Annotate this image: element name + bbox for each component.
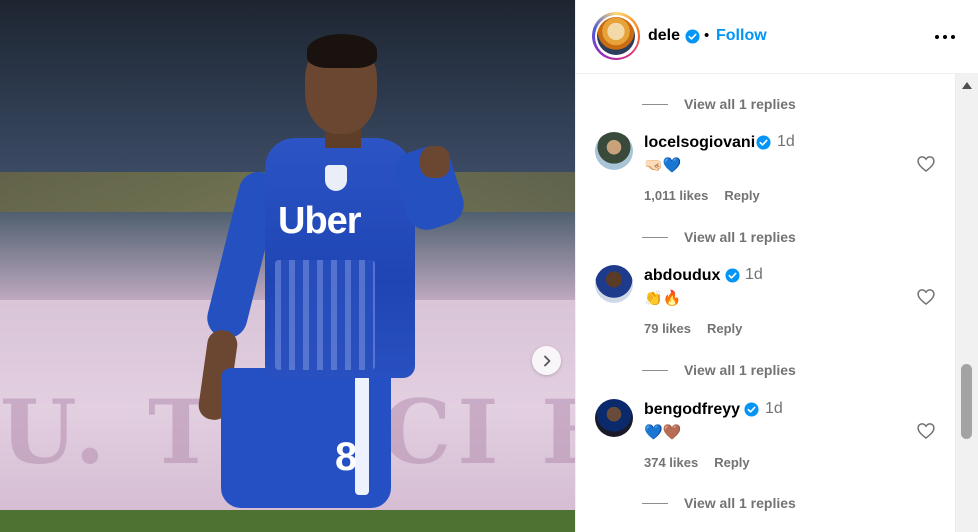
- commenter-avatar[interactable]: [595, 399, 633, 437]
- view-replies-label: View all 1 replies: [684, 362, 796, 378]
- like-heart-icon[interactable]: [916, 287, 936, 307]
- view-replies-button[interactable]: View all 1 replies: [642, 493, 796, 513]
- comments-list: View all 1 replies locelsogiovani 1d 🤜🏻💙…: [576, 75, 978, 532]
- view-replies-label: View all 1 replies: [684, 96, 796, 112]
- comment-meta: 374 likes Reply: [644, 455, 750, 470]
- view-replies-label: View all 1 replies: [684, 229, 796, 245]
- club-badge-icon: [325, 165, 347, 191]
- comment-item: bengodfreyy 1d 💙🤎 374 likes Reply: [576, 399, 976, 489]
- player-figure: 8 Uber: [185, 30, 475, 532]
- comment-timestamp: 1d: [765, 400, 783, 417]
- commenter-avatar[interactable]: [595, 132, 633, 170]
- reply-button[interactable]: Reply: [707, 321, 742, 336]
- author-avatar[interactable]: [592, 12, 640, 60]
- like-heart-icon[interactable]: [916, 421, 936, 441]
- view-replies-label: View all 1 replies: [684, 495, 796, 511]
- scroll-up-arrow-icon[interactable]: [956, 78, 978, 92]
- jersey-pattern: [275, 260, 375, 370]
- next-media-button[interactable]: [532, 346, 561, 375]
- view-replies-button[interactable]: View all 1 replies: [642, 227, 796, 247]
- reply-button[interactable]: Reply: [714, 455, 749, 470]
- view-replies-button[interactable]: View all 1 replies: [642, 94, 796, 114]
- comment-meta: 79 likes Reply: [644, 321, 742, 336]
- comment-likes[interactable]: 1,011 likes: [644, 188, 708, 203]
- comment-timestamp: 1d: [777, 133, 795, 150]
- shorts-number: 8: [335, 435, 358, 479]
- post-media: U. TURCI BENE 8 Uber: [0, 0, 575, 532]
- view-replies-button[interactable]: View all 1 replies: [642, 360, 796, 380]
- comment-meta: 1,011 likes Reply: [644, 188, 760, 203]
- more-options-icon[interactable]: [932, 26, 958, 48]
- comment-timestamp: 1d: [745, 266, 763, 283]
- verified-badge-icon: [685, 29, 700, 44]
- header-separator: •: [704, 27, 710, 44]
- comment-text: 💙🤎: [644, 424, 682, 441]
- jersey-sponsor: Uber: [278, 200, 362, 242]
- follow-button[interactable]: Follow: [716, 27, 767, 45]
- verified-badge-icon: [744, 402, 759, 417]
- comment-likes[interactable]: 374 likes: [644, 455, 698, 470]
- player-hair: [307, 34, 377, 68]
- reply-button[interactable]: Reply: [724, 188, 759, 203]
- like-heart-icon[interactable]: [916, 154, 936, 174]
- commenter-username[interactable]: bengodfreyy: [644, 401, 740, 419]
- comment-text: 🤜🏻💙: [644, 157, 682, 174]
- comment-item: locelsogiovani 1d 🤜🏻💙 1,011 likes Reply: [576, 132, 976, 222]
- chevron-right-icon: [543, 355, 550, 366]
- author-username[interactable]: dele: [648, 27, 680, 45]
- comment-likes[interactable]: 79 likes: [644, 321, 691, 336]
- player-pointing-hand: [420, 146, 450, 178]
- commenter-avatar[interactable]: [595, 265, 633, 303]
- verified-badge-icon: [725, 268, 740, 283]
- comments-scrollbar[interactable]: [955, 74, 978, 532]
- commenter-username[interactable]: abdoudux: [644, 267, 720, 285]
- scrollbar-thumb[interactable]: [961, 364, 972, 439]
- comment-text: 👏🔥: [644, 290, 682, 307]
- post-sidebar: dele • Follow View all 1 replies locelso…: [575, 0, 978, 532]
- verified-badge-icon: [756, 135, 771, 150]
- commenter-username[interactable]: locelsogiovani: [644, 134, 755, 152]
- avatar-image: [597, 17, 635, 55]
- post-header: dele • Follow: [576, 0, 978, 74]
- comment-item: abdoudux 1d 👏🔥 79 likes Reply: [576, 265, 976, 355]
